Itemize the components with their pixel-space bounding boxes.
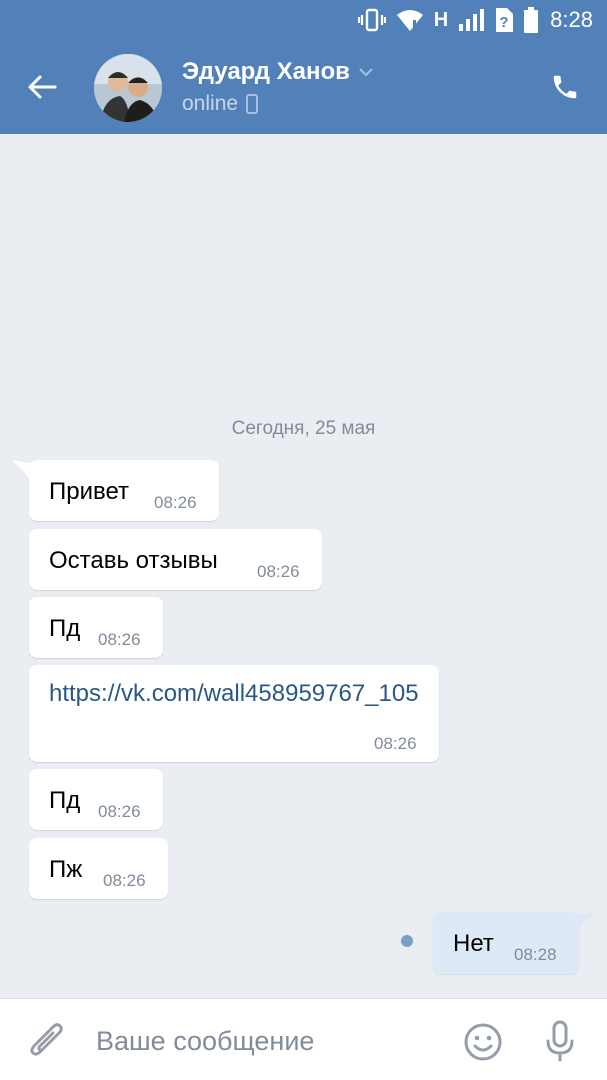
contact-info[interactable]: Эдуард Ханов online bbox=[182, 58, 374, 116]
phone-icon bbox=[553, 75, 577, 99]
message-bubble[interactable]: Нет 08:28 bbox=[433, 912, 579, 974]
message-bubble[interactable]: Привет 08:26 bbox=[29, 460, 219, 521]
chat-toolbar: Эдуард Ханов online bbox=[0, 40, 607, 134]
message-bubble[interactable]: Пд 08:26 bbox=[29, 597, 163, 658]
unread-indicator bbox=[401, 935, 413, 947]
attach-button[interactable] bbox=[24, 1019, 70, 1065]
message-bubble[interactable]: https://vk.com/wall458959767_105 08:26 bbox=[29, 665, 439, 762]
call-button[interactable] bbox=[545, 67, 585, 107]
battery-icon bbox=[524, 7, 539, 33]
wifi-icon bbox=[396, 8, 424, 32]
message-text: Оставь отзывы bbox=[49, 547, 218, 574]
message-text: Пд bbox=[49, 787, 81, 814]
clock: 8:28 bbox=[550, 7, 593, 32]
message-bubble[interactable]: Пд 08:26 bbox=[29, 769, 163, 830]
message-time: 08:26 bbox=[98, 802, 141, 821]
contact-status: online bbox=[182, 92, 239, 115]
message-bubble[interactable]: Пж 08:26 bbox=[29, 838, 168, 899]
app-header: H ? 8:28 Эдуард Ханов online bbox=[0, 0, 607, 134]
composer-bar bbox=[0, 998, 607, 1080]
emoji-icon bbox=[464, 1023, 502, 1061]
chevron-down-icon bbox=[359, 68, 373, 77]
message-time: 08:28 bbox=[514, 945, 557, 964]
signal-icon bbox=[458, 8, 485, 32]
microphone-icon bbox=[546, 1020, 574, 1062]
back-arrow-icon bbox=[28, 75, 57, 99]
message-time: 08:26 bbox=[374, 734, 417, 753]
message-text: Привет bbox=[49, 478, 130, 505]
message-time: 08:26 bbox=[103, 871, 146, 890]
contact-name: Эдуард Ханов bbox=[182, 58, 350, 85]
message-text: Пд bbox=[49, 615, 81, 642]
network-type-label: H bbox=[433, 8, 449, 31]
emoji-button[interactable] bbox=[461, 1020, 505, 1064]
message-time: 08:26 bbox=[154, 493, 197, 512]
message-bubble[interactable]: Оставь отзывы 08:26 bbox=[29, 529, 322, 590]
message-text: Пж bbox=[49, 856, 83, 883]
avatar[interactable] bbox=[94, 54, 162, 122]
voice-message-button[interactable] bbox=[538, 1017, 582, 1065]
message-time: 08:26 bbox=[98, 630, 141, 649]
sim-unknown-icon: ? bbox=[494, 7, 514, 33]
message-time: 08:26 bbox=[257, 562, 300, 581]
vibrate-icon bbox=[357, 7, 386, 33]
status-bar: H ? 8:28 bbox=[0, 0, 607, 40]
back-button[interactable] bbox=[20, 65, 64, 109]
message-text: Нет bbox=[453, 930, 494, 957]
mobile-device-icon bbox=[246, 94, 259, 114]
date-separator: Сегодня, 25 мая bbox=[231, 418, 376, 439]
paperclip-icon bbox=[30, 1023, 63, 1056]
message-link[interactable]: https://vk.com/wall458959767_105 bbox=[49, 677, 424, 711]
svg-text:?: ? bbox=[500, 14, 509, 31]
message-input[interactable] bbox=[96, 1017, 436, 1065]
